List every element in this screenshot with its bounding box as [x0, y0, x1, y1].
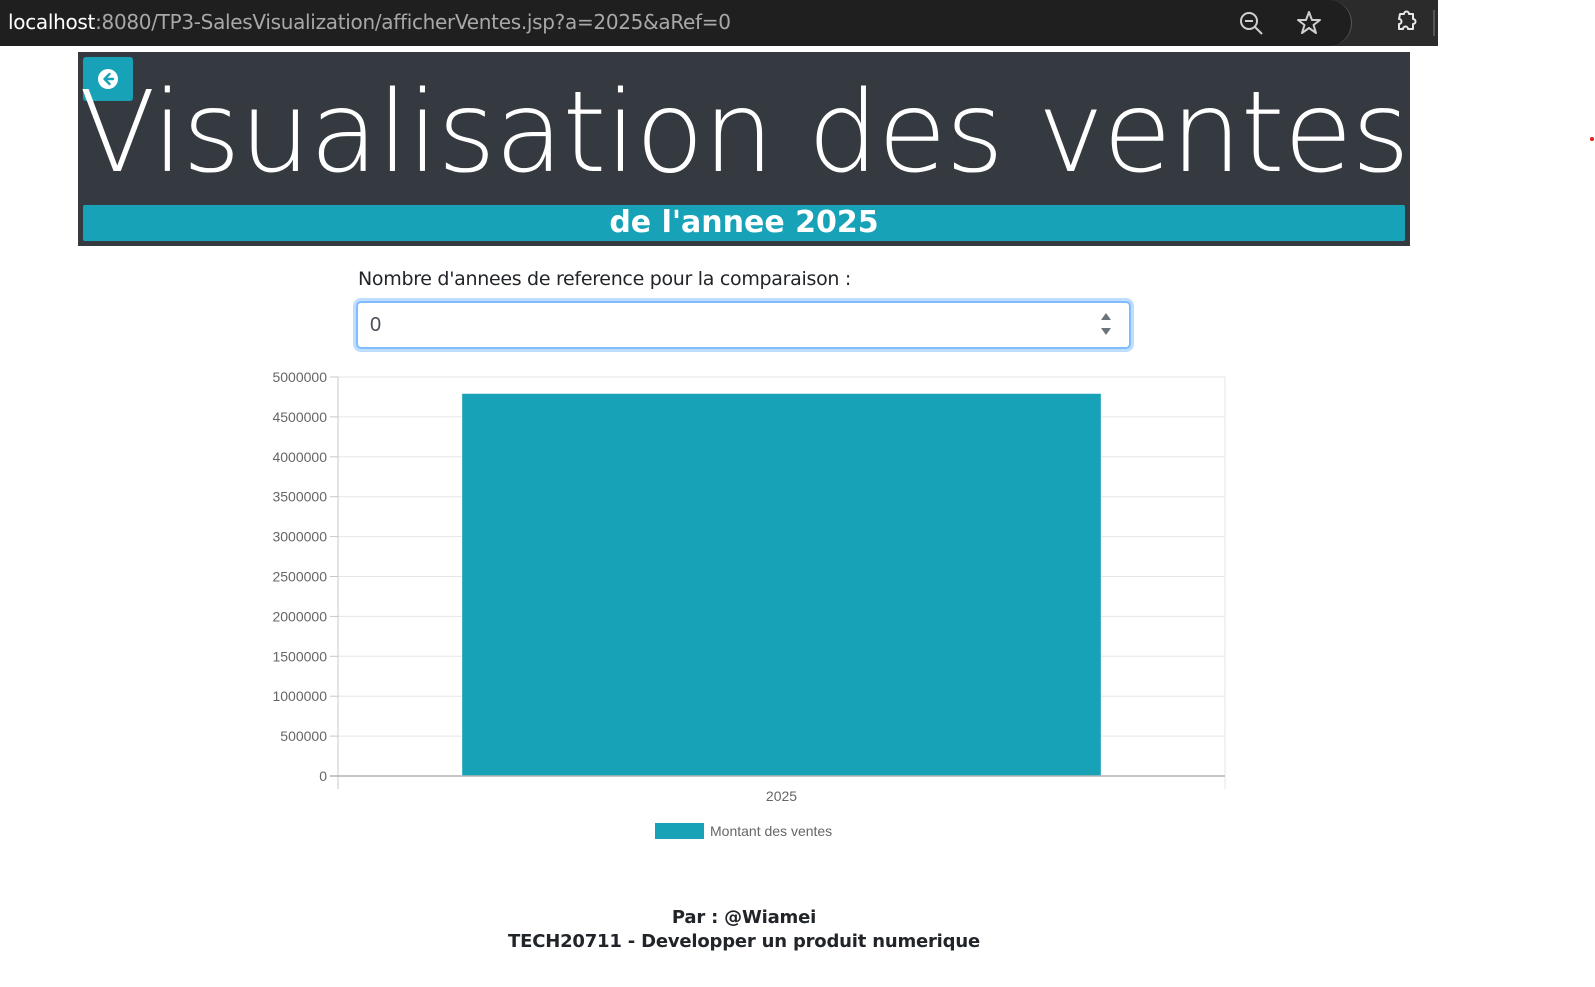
sales-bar-chart: 0 500000 1000000 1500000 2000000 2500000 30000… [272, 369, 1226, 839]
y-tick-label: 2000000 [272, 608, 327, 624]
y-tick-label: 500000 [280, 728, 327, 744]
y-tick-label: 3500000 [272, 489, 327, 505]
footer-course: TECH20711 - Developper un produit numeri… [508, 931, 980, 952]
y-tick-label: 2500000 [272, 569, 327, 585]
bar-2025 [462, 393, 1101, 776]
y-tick-label: 4000000 [272, 449, 327, 465]
y-tick-label: 0 [319, 768, 327, 784]
legend-swatch [655, 823, 704, 839]
y-tick-label: 3000000 [272, 529, 327, 545]
x-tick-label: 2025 [766, 788, 797, 804]
legend-label: Montant des ventes [710, 823, 832, 839]
y-tick-label: 1000000 [272, 688, 327, 704]
page-footer: Par : @Wiamei TECH20711 - Developper un … [0, 906, 1488, 954]
y-tick-label: 5000000 [272, 369, 327, 385]
y-tick-label: 1500000 [272, 648, 327, 664]
y-tick-label: 4500000 [272, 409, 327, 425]
footer-author: Par : @Wiamei [671, 907, 817, 928]
stray-dot [1590, 137, 1594, 141]
